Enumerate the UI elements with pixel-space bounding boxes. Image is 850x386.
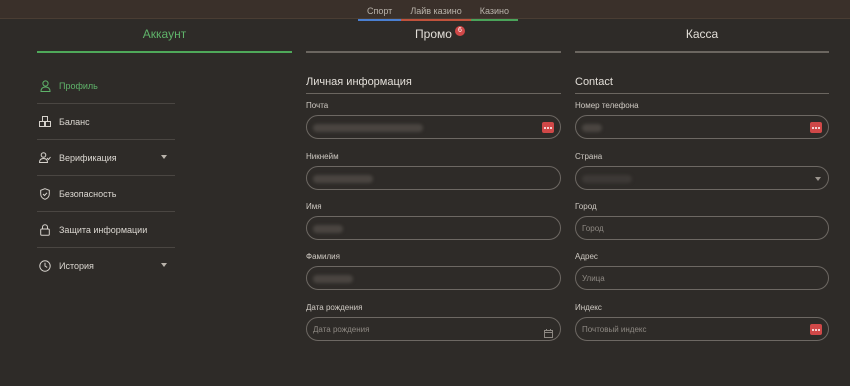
sidebar-item-balance[interactable]: Баланс [37,104,175,140]
nickname-label: Никнейм [306,152,339,161]
email-value-redacted [313,124,423,132]
coins-icon [39,116,51,128]
first-name-value-redacted [313,225,343,233]
tab-cashier-label: Касса [685,27,719,41]
personal-info-title: Личная информация [306,76,561,94]
address-placeholder: Улица [582,274,605,283]
country-value-redacted [582,175,632,183]
sidebar-item-label: Защита информации [59,224,148,235]
city-field[interactable]: Город [575,216,829,240]
lock-icon [39,223,51,236]
sidebar-item-profile[interactable]: Профиль [37,68,175,104]
country-select[interactable] [575,166,829,190]
sidebar-item-data-protection[interactable]: Защита информации [37,212,175,248]
chevron-down-icon [161,155,167,159]
more-options-icon[interactable] [810,324,822,335]
contact-title: Contact [575,76,829,94]
promo-count-badge: 6 [455,26,465,36]
sidebar-item-label: Профиль [59,80,98,91]
nickname-field[interactable] [306,166,561,190]
email-field[interactable] [306,115,561,139]
zip-field[interactable]: Почтовый индекс [575,317,829,341]
city-label: Город [575,202,597,211]
nav-sport-link[interactable]: Спорт [358,6,402,21]
tab-promo-label: Промо [415,27,452,41]
top-nav: Спорт Лайв казино Казино [358,6,518,21]
phone-label: Номер телефона [575,101,639,110]
name-label: Имя [306,202,322,211]
last-name-field[interactable] [306,266,561,290]
birthdate-field[interactable]: Дата рождения [306,317,561,341]
sidebar-item-history[interactable]: История [37,248,175,284]
address-field[interactable]: Улица [575,266,829,290]
sidebar-item-security[interactable]: Безопасность [37,176,175,212]
clock-history-icon [39,260,51,272]
nav-live-casino-link[interactable]: Лайв казино [401,6,471,21]
address-label: Адрес [575,252,598,261]
phone-value-redacted [582,124,602,132]
calendar-icon[interactable] [544,325,553,338]
last-name-value-redacted [313,275,353,283]
surname-label: Фамилия [306,252,340,261]
user-check-icon [39,152,51,164]
chevron-down-icon [815,177,821,181]
country-label: Страна [575,152,603,161]
tab-account-label: Аккаунт [142,27,187,41]
chevron-down-icon [161,263,167,267]
birthdate-placeholder: Дата рождения [313,325,370,334]
sidebar-item-label: Баланс [59,116,90,127]
phone-field[interactable] [575,115,829,139]
nav-casino-link[interactable]: Казино [470,6,518,21]
city-placeholder: Город [582,224,604,233]
account-sidebar: Профиль Баланс Верификация Безопасность … [37,68,175,284]
sidebar-item-label: Безопасность [59,188,117,199]
birthdate-label: Дата рождения [306,303,363,312]
user-icon [39,79,51,92]
more-options-icon[interactable] [542,122,554,133]
zip-label: Индекс [575,303,602,312]
sidebar-item-verification[interactable]: Верификация [37,140,175,176]
email-label: Почта [306,101,329,110]
nickname-value-redacted [313,175,373,183]
sidebar-item-label: История [59,261,94,271]
shield-icon [39,187,51,200]
more-options-icon[interactable] [810,122,822,133]
tab-account[interactable]: Аккаунт [37,27,292,53]
first-name-field[interactable] [306,216,561,240]
tab-promo[interactable]: Промо 6 [306,26,561,53]
sidebar-item-label: Верификация [59,152,117,163]
zip-placeholder: Почтовый индекс [582,325,647,334]
tab-cashier[interactable]: Касса [575,27,829,53]
